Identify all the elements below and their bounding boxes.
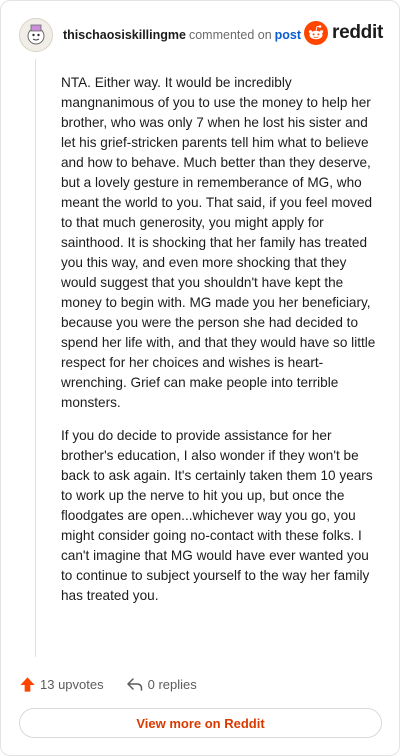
comment-paragraph: NTA. Either way. It would be incredibly …	[61, 75, 376, 410]
reddit-wordmark: reddit	[332, 22, 383, 43]
reply-count: 0 replies	[147, 676, 197, 692]
reddit-logo[interactable]: reddit	[304, 21, 383, 45]
comment-paragraph: If you do decide to provide assistance f…	[61, 428, 373, 603]
comment-body: NTA. Either way. It would be incredibly …	[61, 73, 377, 619]
comment-meta: thischaosiskillingme commented on post	[63, 28, 301, 42]
comment-header: thischaosiskillingme commented on post red…	[19, 15, 383, 55]
reddit-snoo-icon	[304, 21, 329, 45]
thread-line	[35, 59, 36, 657]
reply-button[interactable]: 0 replies	[126, 676, 197, 692]
username[interactable]: thischaosiskillingme	[63, 28, 186, 42]
user-avatar-icon[interactable]	[19, 18, 53, 52]
commented-on-text: commented on	[188, 28, 272, 42]
comment-actions: 13 upvotes 0 replies	[19, 673, 197, 695]
upvote-button[interactable]: 13 upvotes	[19, 676, 104, 693]
upvote-count: 13 upvotes	[40, 676, 104, 692]
upvote-arrow-icon	[20, 676, 35, 692]
reply-arrow-icon	[126, 678, 142, 691]
view-more-button[interactable]: View more on Reddit	[19, 708, 382, 738]
embedded-comment-card: thischaosiskillingme commented on post red…	[0, 0, 400, 756]
post-link[interactable]: post	[275, 28, 301, 42]
